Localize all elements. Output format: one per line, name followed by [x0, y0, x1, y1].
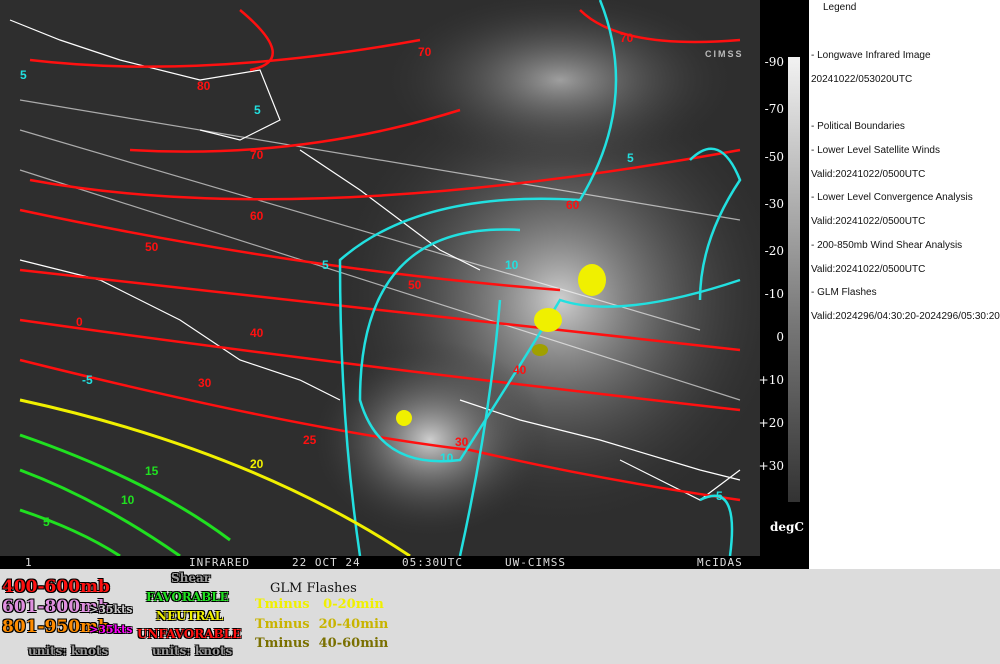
contour-label: 5 — [627, 151, 634, 165]
contour-label: 70 — [250, 148, 264, 162]
status-bar: 1 INFRARED 22 OCT 24 05:30UTC UW-CIMSS M… — [0, 556, 808, 569]
colorbar-tick: -90 — [764, 55, 784, 69]
software: McIDAS — [697, 556, 743, 569]
contour-label: 80 — [197, 79, 211, 93]
shear-title: Shear — [171, 571, 211, 585]
image-date: 22 OCT 24 — [292, 556, 361, 569]
legend-line: - Political Boundaries — [811, 121, 905, 132]
wind-layer-400-600: 400-600mb — [2, 577, 110, 597]
contour-label: 0 — [76, 315, 83, 329]
contour-label: 70 — [620, 31, 634, 45]
colorbar-tick: -70 — [764, 102, 784, 116]
glm-title: GLM Flashes — [270, 581, 357, 596]
contour-label: 70 — [418, 45, 432, 59]
shear-unfavorable: UNFAVORABLE — [137, 627, 242, 641]
colorbar-tick: -30 — [764, 197, 784, 211]
contour-label: 60 — [566, 198, 580, 212]
contour-label: 25 — [303, 433, 317, 447]
legend-line: Valid:2024296/04:30:20-2024296/05:30:20 — [811, 311, 1000, 322]
colorbar-unit: degC — [770, 520, 804, 534]
contour-label: 60 — [250, 209, 264, 223]
contour-label: 50 — [145, 240, 159, 254]
legend-line: - GLM Flashes — [811, 287, 877, 298]
contour-label: 30 — [198, 376, 212, 390]
contour-label: 20 — [250, 457, 264, 471]
contour-label: 5 — [43, 515, 50, 529]
contour-label: 40 — [513, 363, 527, 377]
contour-label: 10 — [505, 258, 519, 272]
wind-units: units: knots — [28, 644, 109, 658]
satellite-map: 80 70 70 70 60 60 50 50 40 40 30 30 25 0… — [0, 0, 760, 556]
glm-tminus-20-40: Tminus 20-40min — [255, 617, 389, 632]
colorbar-tick: +20 — [758, 416, 784, 430]
contour-label: 5 — [20, 68, 27, 82]
color-gradient — [788, 57, 800, 502]
legend-line: - Lower Level Satellite Winds — [811, 145, 940, 156]
legend-panel: Legend - Longwave Infrared Image 2024102… — [808, 0, 1000, 569]
legend-title: Legend — [823, 2, 857, 13]
wind-threshold: >35kts — [89, 623, 133, 636]
colorbar-tick: -20 — [764, 244, 784, 258]
contour-label: 5 — [254, 103, 261, 117]
contour-label: -5 — [82, 373, 93, 387]
bottom-legend: 400-600mb 601-800mb >35kts 801-950mb >35… — [0, 569, 1000, 664]
legend-line: Valid:20241022/0500UTC — [811, 264, 926, 275]
cimss-logo: CIMSS — [705, 49, 744, 59]
legend-line: - Lower Level Convergence Analysis — [811, 192, 973, 203]
contour-label: 30 — [455, 435, 469, 449]
legend-line: Valid:20241022/0500UTC — [811, 169, 926, 180]
colorbar-tick: 0 — [776, 330, 784, 344]
wind-threshold: >35kts — [89, 603, 133, 616]
colorbar-tick: -50 — [764, 150, 784, 164]
legend-line: - Longwave Infrared Image — [811, 50, 931, 61]
legend-line: Valid:20241022/0500UTC — [811, 216, 926, 227]
shear-units: units: knots — [152, 644, 233, 658]
contour-label: 10 — [121, 493, 135, 507]
map-overlay: 80 70 70 70 60 60 50 50 40 40 30 30 25 0… — [9, 0, 760, 556]
glm-tminus-40-60: Tminus 40-60min — [255, 636, 389, 651]
image-time: 05:30UTC — [402, 556, 463, 569]
colorbar-tick: +10 — [758, 373, 784, 387]
legend-line: - 200-850mb Wind Shear Analysis — [811, 240, 963, 251]
shear-neutral: NEUTRAL — [156, 609, 224, 623]
product-name: INFRARED — [189, 556, 250, 569]
frame-number: 1 — [25, 556, 33, 569]
contour-label: 40 — [250, 326, 264, 340]
legend-line: 20241022/053020UTC — [811, 74, 913, 85]
source: UW-CIMSS — [505, 556, 566, 569]
contour-label: 15 — [145, 464, 159, 478]
contour-label: 5 — [716, 489, 723, 503]
contour-label: 50 — [408, 278, 422, 292]
colorbar-tick: +30 — [758, 459, 784, 473]
contour-label: 10 — [440, 451, 454, 465]
color-bar: -90 -70 -50 -30 -20 -10 0 +10 +20 +30 de… — [758, 0, 808, 569]
glm-tminus-0-20: Tminus 0-20min — [255, 597, 384, 612]
shear-favorable: FAVORABLE — [146, 590, 229, 604]
contour-label: 5 — [322, 258, 329, 272]
colorbar-tick: -10 — [764, 287, 784, 301]
